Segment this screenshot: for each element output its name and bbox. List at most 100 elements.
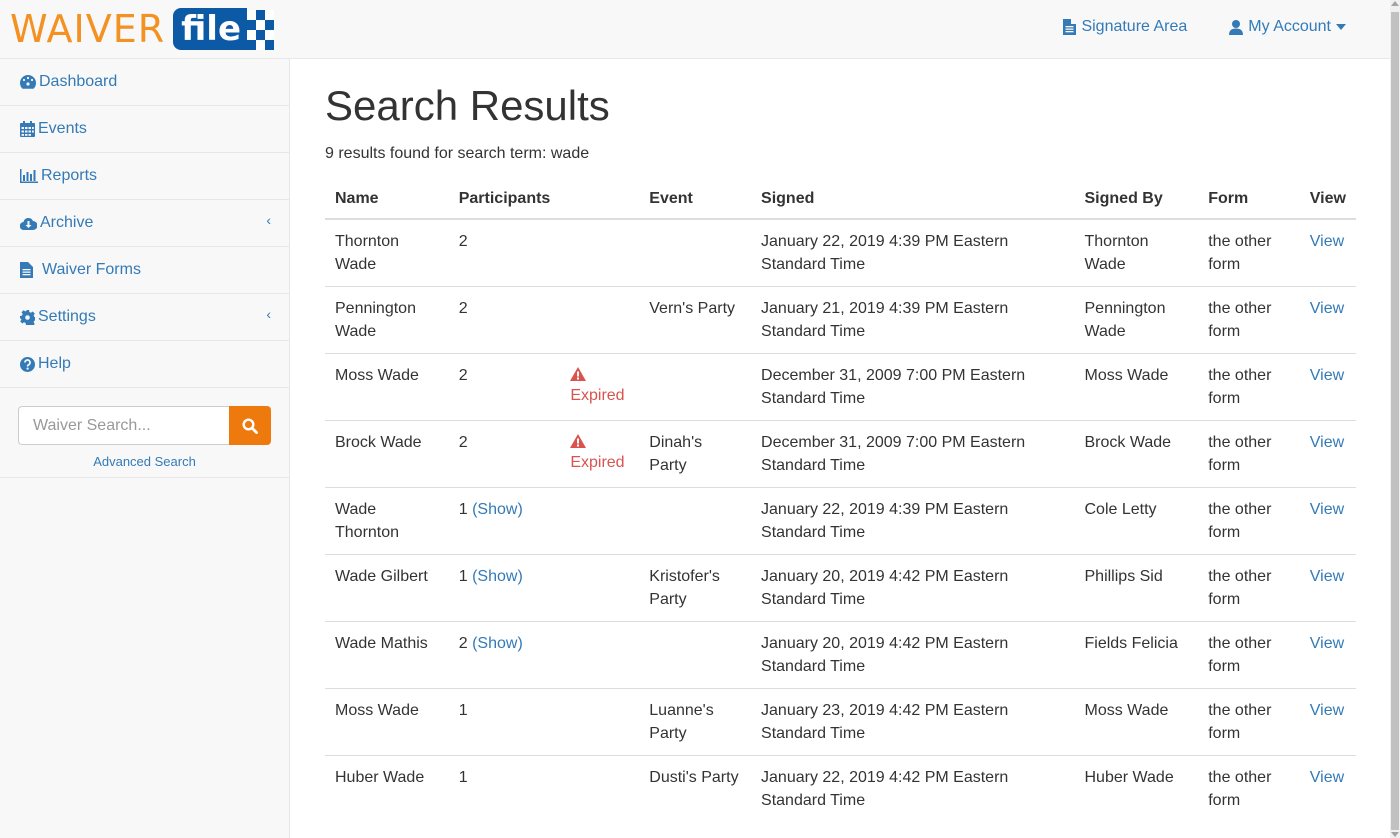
warning-triangle-icon (570, 367, 587, 381)
caret-down-icon (1336, 24, 1346, 30)
cell-view: View (1299, 353, 1356, 421)
view-link[interactable]: View (1310, 300, 1344, 317)
participant-count: 1 (458, 568, 468, 585)
sidebar-item-reports[interactable]: Reports (0, 153, 289, 200)
cell-participants: 1 (Show) (448, 487, 561, 555)
table-header-row: Name Participants Event Signed Signed By… (325, 179, 1356, 220)
gear-icon (20, 309, 35, 325)
sidebar-item-help[interactable]: Help (0, 341, 289, 388)
column-header-name[interactable]: Name (325, 179, 449, 220)
cell-status (560, 554, 640, 622)
cell-participants: 1 (448, 755, 561, 822)
column-header-signed[interactable]: Signed (751, 179, 1075, 220)
view-link[interactable]: View (1310, 702, 1344, 719)
cell-event (639, 219, 751, 287)
file-text-icon (1063, 19, 1077, 35)
search-button[interactable] (229, 406, 271, 445)
cell-signed: January 20, 2019 4:42 PM Eastern Standar… (751, 621, 1075, 689)
cell-form: the other form (1198, 554, 1300, 622)
cell-participants: 2 (448, 353, 561, 421)
column-header-signed-by[interactable]: Signed By (1074, 179, 1199, 220)
sidebar-item-waiver-forms[interactable]: Waiver Forms (0, 247, 289, 294)
cell-signed: January 23, 2019 4:42 PM Eastern Standar… (751, 688, 1075, 756)
cloud-download-icon (20, 217, 37, 230)
cell-event (639, 487, 752, 555)
cell-status (560, 688, 640, 756)
scroll-up-arrow-icon[interactable] (1391, 1, 1399, 6)
logo-word-file: file (173, 8, 248, 50)
cell-signed-by: Cole Letty (1074, 487, 1199, 555)
sidebar-item-events[interactable]: Events (0, 106, 289, 153)
cell-name: Wade Mathis (325, 621, 449, 689)
table-row: Moss Wade 1 Luanne's Party January 23, 2019… (325, 688, 1356, 756)
view-link[interactable]: View (1310, 568, 1344, 585)
cell-event (639, 621, 752, 689)
view-link[interactable]: View (1310, 769, 1344, 786)
cell-name: Wade Thornton (325, 487, 449, 555)
cell-signed: December 31, 2009 7:00 PM Eastern Standa… (751, 353, 1075, 421)
view-link[interactable]: View (1310, 434, 1344, 451)
cell-status: Expired (560, 353, 640, 421)
column-header-form[interactable]: Form (1198, 179, 1300, 220)
column-header-event[interactable]: Event (639, 179, 752, 220)
cell-signed-by: Thornton Wade (1084, 233, 1149, 273)
show-participants-link[interactable]: (Show) (472, 568, 523, 585)
cell-participants: 1 (Show) (448, 554, 561, 622)
page-scrollbar[interactable] (1390, 0, 1400, 838)
cell-name: Thornton Wade (335, 233, 400, 273)
cell-status (560, 286, 640, 354)
show-participants-link[interactable]: (Show) (472, 635, 523, 652)
participant-count: 2 (458, 233, 468, 250)
show-participants-link[interactable]: (Show) (472, 501, 523, 518)
participant-count: 2 (458, 300, 468, 317)
cell-view: View (1299, 420, 1356, 488)
scrollbar-thumb[interactable] (1391, 12, 1399, 830)
cell-view: View (1299, 286, 1356, 354)
cell-signed: January 22, 2019 4:42 PM Eastern Standar… (751, 755, 1075, 822)
view-link[interactable]: View (1310, 501, 1344, 518)
search-results-table: Name Participants Event Signed Signed By… (325, 179, 1356, 822)
cell-participants: 2 (448, 420, 561, 488)
scroll-down-arrow-icon[interactable] (1391, 832, 1399, 837)
waiverfile-logo[interactable]: WAIVER file (10, 7, 275, 51)
cell-event (639, 353, 752, 421)
cell-signed: January 22, 2019 4:39 PM Eastern Standar… (751, 487, 1075, 555)
sidebar-item-settings[interactable]: Settings ‹ (0, 294, 289, 341)
participant-count: 2 (458, 434, 468, 451)
cell-signed-by: Brock Wade (1074, 420, 1199, 488)
cell-signed: January 22, 2019 4:39 PM Eastern Standar… (761, 233, 1009, 273)
cell-signed: January 20, 2019 4:42 PM Eastern Standar… (751, 554, 1075, 622)
cell-signed-by: Pennington Wade (1074, 286, 1199, 354)
result-summary: 9 results found for search term: wade (325, 145, 590, 162)
participant-count: 1 (458, 769, 468, 786)
sidebar-item-dashboard[interactable]: Dashboard (0, 59, 289, 106)
file-text-icon (20, 262, 33, 278)
cell-name: Huber Wade (325, 755, 449, 822)
column-header-participants[interactable]: Participants (448, 179, 561, 220)
signature-area-link[interactable]: Signature Area (1063, 18, 1187, 36)
sidebar-item-archive[interactable]: Archive ‹ (0, 200, 289, 247)
waiver-search-input[interactable] (18, 406, 229, 445)
search-icon (242, 417, 258, 434)
my-account-dropdown[interactable]: My Account (1229, 18, 1346, 36)
participant-count: 2 (458, 367, 468, 384)
column-header-status (560, 179, 640, 220)
cell-signed-by: Huber Wade (1074, 755, 1199, 822)
cell-signed-by: Phillips Sid (1074, 554, 1199, 622)
cell-view: View (1299, 755, 1356, 822)
advanced-search-link[interactable]: Advanced Search (18, 454, 271, 469)
chevron-left-icon: ‹ (266, 306, 271, 322)
cell-status: Expired (560, 420, 640, 488)
table-row: Wade Thornton 1 (Show) January 22, 2019 4:… (325, 487, 1356, 555)
view-link[interactable]: View (1310, 367, 1344, 384)
cell-name: Wade Gilbert (325, 554, 449, 622)
cell-participants: 2 (448, 286, 561, 354)
dashboard-icon (20, 75, 36, 89)
view-link[interactable]: View (1310, 635, 1344, 652)
question-circle-icon (20, 356, 35, 372)
waiver-search-form: Advanced Search (0, 388, 289, 478)
view-link[interactable]: View (1310, 233, 1344, 250)
cell-view: View (1299, 688, 1356, 756)
cell-form: the other form (1198, 755, 1300, 822)
participant-count: 1 (458, 501, 468, 518)
